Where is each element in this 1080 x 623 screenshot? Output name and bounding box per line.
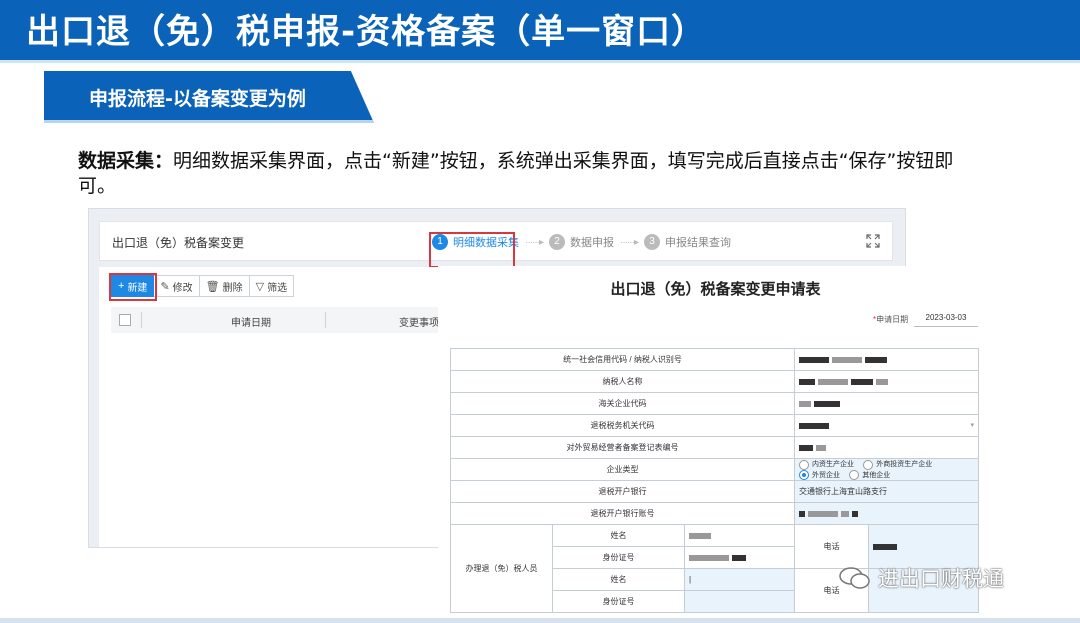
column-header-change-item[interactable]: 变更事项 [399, 314, 439, 329]
edit-button-label: 修改 [172, 282, 193, 294]
enterprise-type-label: 企业类型 [449, 458, 796, 481]
enterprise-type-radios: 内资生产企业 外商投资生产企业 外贸企业 其他企业 [794, 458, 980, 481]
list-panel: + 新建 ✎ 修改 🗑 删除 ▽ 筛选 申请日期 变更事项 [99, 267, 441, 547]
step-label: 申报结果查询 [665, 237, 731, 249]
header-divider [0, 60, 1080, 63]
column-divider [141, 312, 142, 328]
bank-account-label: 退税开户银行账号 [449, 502, 796, 525]
app-title: 出口退（免）税备案变更 [112, 236, 245, 250]
description-text: 明细数据采集界面，点击“新建”按钮，系统弹出采集界面，填写完成后直接点击“保存”… [78, 150, 954, 197]
name-label-2: 姓名 [552, 568, 685, 591]
form-title: 出口退（免）税备案变更申请表 [610, 280, 821, 298]
step-collect[interactable]: 1 明细数据采集 [429, 232, 519, 268]
app-topbar: 出口退（免）税备案变更 1 明细数据采集 ······▸ 2 数据申报 ····… [99, 221, 893, 268]
watermark: 进出口财税通 [838, 563, 1004, 593]
step-arrow-icon: ······▸ [525, 236, 544, 248]
radio-foreign-trade[interactable]: 外贸企业 [799, 469, 840, 480]
tax-office-label: 退税税务机关代码 [449, 414, 796, 437]
form-row: 企业类型 内资生产企业 外商投资生产企业 外贸企业 其他企业 [449, 458, 980, 481]
edit-button[interactable]: ✎ 修改 [153, 275, 200, 297]
phone-field[interactable] [868, 524, 980, 569]
handler-label: 办理退（免）税人员 [450, 524, 553, 613]
toolbar: + 新建 ✎ 修改 🗑 删除 ▽ 筛选 [109, 273, 295, 301]
footer-divider [0, 618, 1080, 623]
trash-icon: 🗑 [205, 280, 220, 293]
description: 数据采集：明细数据采集界面，点击“新建”按钮，系统弹出采集界面，填写完成后直接点… [78, 149, 958, 199]
form-row: 海关企业代码 [449, 392, 980, 415]
section-banner-text: 申报流程-以备案变更为例 [89, 88, 306, 110]
id-field-2[interactable] [683, 590, 796, 613]
radio-domestic[interactable]: 内资生产企业 [799, 459, 854, 470]
customs-code-field[interactable] [794, 392, 980, 415]
id-label: 身份证号 [552, 546, 685, 569]
step-label: 数据申报 [570, 237, 614, 249]
form-row: 统一社会信用代码 / 纳税人识别号 [449, 348, 980, 371]
slide-title: 出口退（免）税申报-资格备案（单一窗口） [26, 12, 707, 52]
radio-icon [849, 469, 860, 480]
select-all-checkbox[interactable] [119, 314, 131, 326]
form-row: 纳税人名称 [449, 370, 980, 393]
table-header: 申请日期 变更事项 [111, 307, 441, 333]
radio-other[interactable]: 其他企业 [849, 469, 890, 480]
column-header-date[interactable]: 申请日期 [231, 314, 271, 329]
step-number: 3 [644, 234, 660, 250]
foreign-trade-field[interactable] [794, 436, 980, 459]
form-row: 退税开户银行账号 [449, 502, 980, 525]
name-label: 姓名 [552, 524, 685, 547]
watermark-text: 进出口财税通 [878, 567, 1004, 591]
credit-code-label: 统一社会信用代码 / 纳税人识别号 [449, 348, 796, 371]
taxpayer-name-field[interactable] [794, 370, 980, 393]
id-field[interactable] [683, 546, 796, 569]
name-field-2[interactable]: | [683, 568, 796, 591]
delete-button-label: 删除 [222, 282, 243, 294]
bank-field[interactable]: 交通银行上海宜山路支行 [794, 480, 980, 503]
credit-code-field[interactable] [794, 348, 980, 371]
bank-account-field[interactable] [794, 502, 980, 525]
delete-button[interactable]: 🗑 删除 [198, 275, 250, 297]
chevron-down-icon: ▾ [970, 422, 975, 429]
new-button[interactable]: + 新建 [109, 273, 157, 301]
description-label: 数据采集： [78, 150, 174, 172]
step-result-query[interactable]: 3 申报结果查询 [644, 234, 731, 250]
slide-header: 出口退（免）税申报-资格备案（单一窗口） [0, 0, 1080, 60]
filter-button-label: 筛选 [267, 282, 288, 294]
radio-icon [799, 459, 810, 470]
tax-office-select[interactable]: ▾ [794, 414, 980, 437]
name-field[interactable] [683, 524, 796, 547]
filter-button[interactable]: ▽ 筛选 [248, 275, 295, 297]
fullscreen-icon[interactable] [866, 234, 880, 248]
radio-icon [863, 459, 874, 470]
step-declare[interactable]: 2 数据申报 [549, 234, 614, 250]
date-label: *申请日期 [873, 315, 909, 324]
filter-icon: ▽ [255, 280, 265, 293]
step-arrow-icon: ······▸ [620, 236, 639, 248]
taxpayer-name-label: 纳税人名称 [449, 370, 796, 393]
customs-code-label: 海关企业代码 [449, 392, 796, 415]
highlight-box [109, 273, 157, 301]
step-navigator: 1 明细数据采集 ······▸ 2 数据申报 ······▸ 3 申报结果查询 [429, 226, 731, 268]
radio-foreign-invested[interactable]: 外商投资生产企业 [863, 459, 932, 470]
form-row: 办理退（免）税人员 姓名 电话 [450, 524, 980, 613]
foreign-trade-label: 对外贸易经营者备案登记表编号 [449, 436, 796, 459]
form-row: 退税开户银行 交通银行上海宜山路支行 [449, 480, 980, 503]
wechat-icon [839, 567, 870, 589]
date-field[interactable]: 2023-03-03 [914, 311, 978, 327]
step-number: 2 [549, 234, 565, 250]
edit-icon: ✎ [160, 280, 170, 293]
highlight-box [429, 232, 515, 268]
phone-label: 电话 [794, 524, 870, 569]
column-divider [325, 312, 326, 328]
id-label-2: 身份证号 [552, 590, 685, 613]
bank-label: 退税开户银行 [449, 480, 796, 503]
radio-checked-icon [799, 469, 810, 480]
form-row: 退税税务机关代码 ▾ [449, 414, 980, 437]
form-row: 对外贸易经营者备案登记表编号 [449, 436, 980, 459]
section-banner: 申报流程-以备案变更为例 [44, 71, 374, 123]
